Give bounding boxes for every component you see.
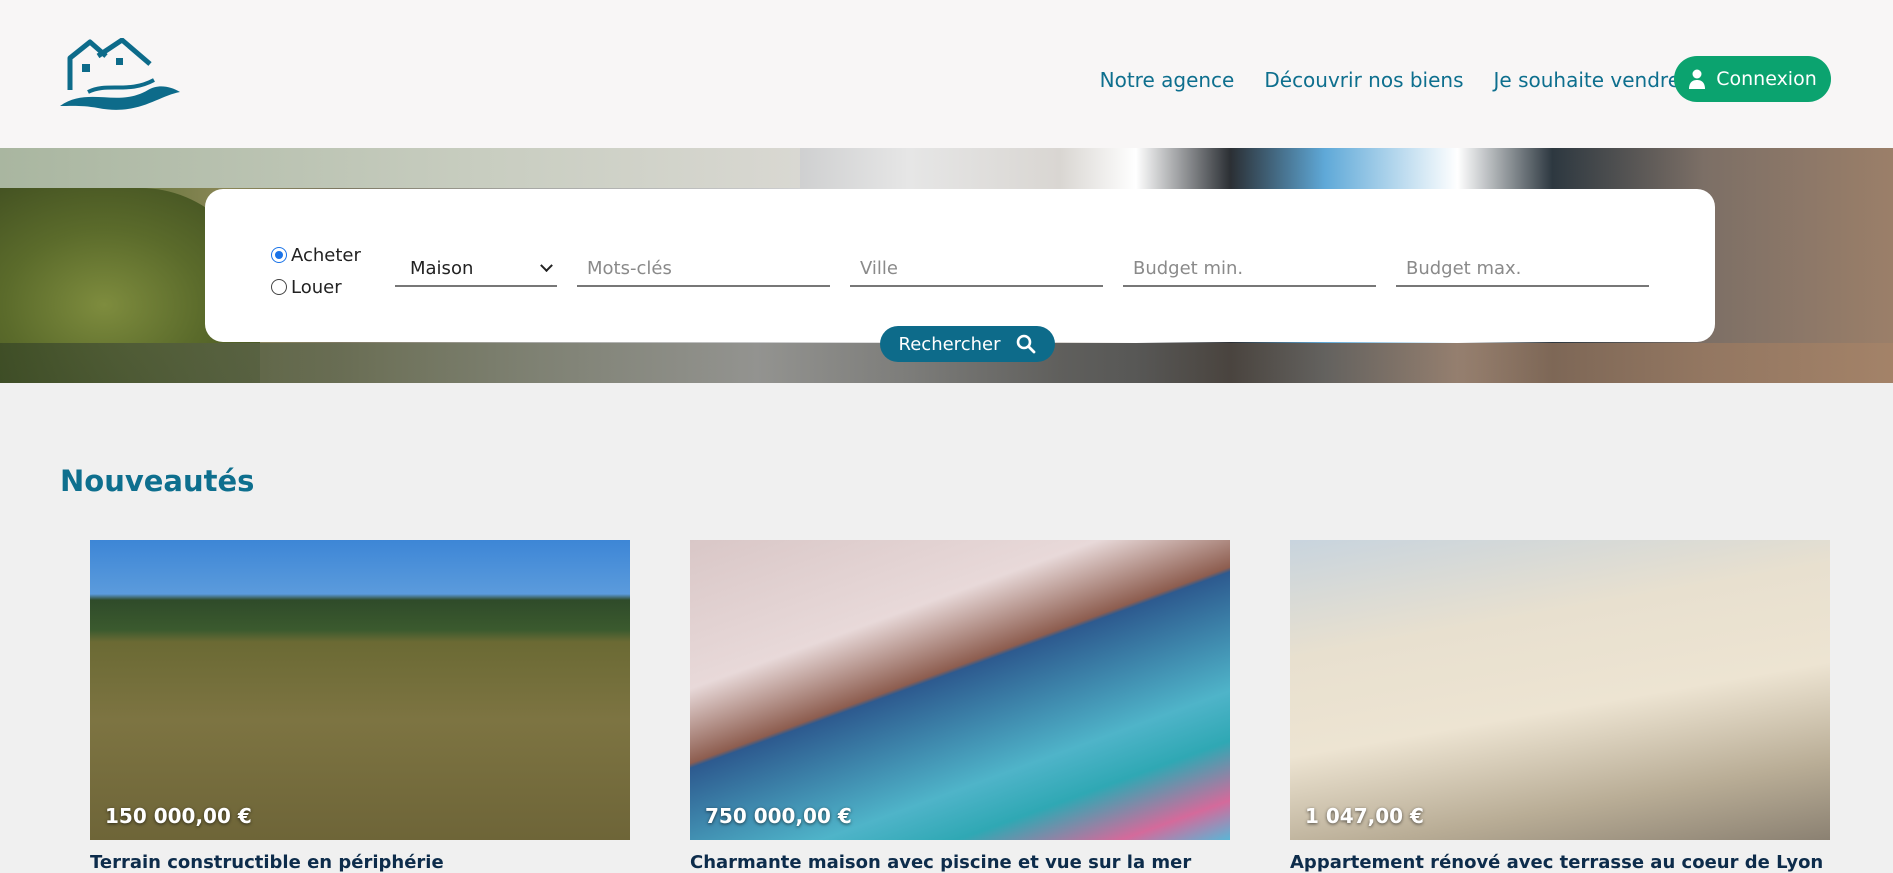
keywords-field[interactable] [577, 251, 830, 287]
keywords-input[interactable] [577, 257, 830, 279]
property-card[interactable]: 150 000,00 € Terrain constructible en pé… [90, 540, 630, 873]
chevron-down-icon [540, 258, 553, 272]
radio-acheter-label[interactable]: Acheter [291, 245, 361, 266]
property-price: 750 000,00 € [705, 804, 852, 828]
logo-houses-icon[interactable] [58, 38, 184, 114]
property-type-value: Maison [410, 257, 474, 279]
budget-min-input[interactable] [1123, 257, 1376, 279]
budget-max-field[interactable] [1396, 251, 1649, 287]
budget-min-field[interactable] [1123, 251, 1376, 287]
property-photo[interactable]: 750 000,00 € [690, 540, 1230, 840]
property-price: 1 047,00 € [1305, 804, 1424, 828]
main-nav: Notre agence Découvrir nos biens Je souh… [1100, 57, 1680, 103]
search-icon [1017, 334, 1036, 354]
hero-background-sky [0, 148, 800, 188]
login-label: Connexion [1716, 68, 1817, 90]
radio-acheter-control[interactable] [271, 247, 287, 263]
city-input[interactable] [850, 257, 1103, 279]
nav-link-je-souhaite-vendre[interactable]: Je souhaite vendre [1494, 68, 1680, 92]
radio-acheter[interactable]: Acheter [271, 239, 361, 271]
login-button[interactable]: Connexion [1674, 56, 1831, 102]
property-photo[interactable]: 150 000,00 € [90, 540, 630, 840]
nav-link-notre-agence[interactable]: Notre agence [1100, 68, 1235, 92]
user-icon [1689, 69, 1706, 89]
property-photo[interactable]: 1 047,00 € [1290, 540, 1830, 840]
property-title[interactable]: Charmante maison avec piscine et vue sur… [690, 852, 1230, 873]
radio-louer[interactable]: Louer [271, 271, 361, 303]
budget-max-input[interactable] [1396, 257, 1649, 279]
property-title[interactable]: Terrain constructible en périphérie [90, 852, 630, 873]
property-type-select[interactable]: Maison [395, 251, 557, 287]
nav-link-decouvrir-nos-biens[interactable]: Découvrir nos biens [1264, 68, 1463, 92]
property-card[interactable]: 1 047,00 € Appartement rénové avec terra… [1290, 540, 1830, 873]
site-header: Notre agence Découvrir nos biens Je souh… [0, 0, 1893, 148]
search-button-label: Rechercher [898, 333, 1001, 355]
section-title-nouveautes: Nouveautés [60, 464, 255, 498]
city-field[interactable] [850, 251, 1103, 287]
transaction-radio-group: Acheter Louer [271, 239, 361, 303]
radio-louer-label[interactable]: Louer [291, 277, 342, 298]
property-title[interactable]: Appartement rénové avec terrasse au coeu… [1290, 852, 1830, 873]
search-panel: Acheter Louer Maison [205, 189, 1715, 342]
search-button[interactable]: Rechercher [880, 326, 1055, 362]
property-card[interactable]: 750 000,00 € Charmante maison avec pisci… [690, 540, 1230, 873]
property-price: 150 000,00 € [105, 804, 252, 828]
radio-louer-control[interactable] [271, 279, 287, 295]
